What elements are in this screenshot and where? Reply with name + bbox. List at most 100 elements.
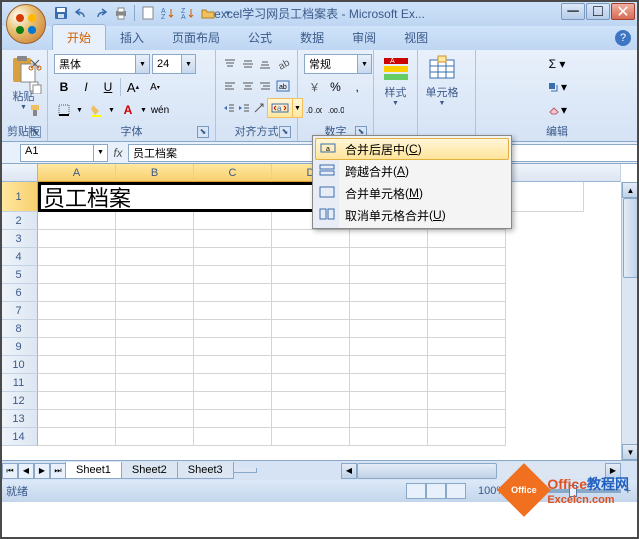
row-header-13[interactable]: 13 — [0, 410, 38, 428]
row-header-14[interactable]: 14 — [0, 428, 38, 446]
select-all-corner[interactable] — [0, 164, 38, 182]
sheet-tab-3[interactable]: Sheet3 — [177, 462, 234, 479]
tab-page-layout[interactable]: 页面布局 — [158, 25, 234, 50]
font-launcher[interactable]: ⬊ — [197, 126, 209, 138]
save-icon[interactable] — [52, 4, 70, 22]
vscroll-thumb[interactable] — [623, 198, 638, 278]
close-button[interactable]: ✕ — [611, 3, 635, 20]
col-header-b[interactable]: B — [116, 164, 194, 182]
row-header-5[interactable]: 5 — [0, 266, 38, 284]
view-normal-icon[interactable] — [406, 483, 426, 499]
row-header-9[interactable]: 9 — [0, 338, 38, 356]
vertical-scrollbar[interactable]: ▲ ▼ — [621, 182, 639, 460]
orientation2-icon[interactable] — [252, 98, 266, 118]
align-center-icon[interactable] — [240, 76, 257, 96]
tab-formulas[interactable]: 公式 — [234, 25, 286, 50]
new-icon[interactable] — [139, 4, 157, 22]
increase-indent-icon[interactable] — [237, 98, 251, 118]
align-bottom-icon[interactable] — [257, 54, 274, 74]
font-size-combo[interactable]: 24▼ — [152, 54, 196, 74]
scroll-down-icon[interactable]: ▼ — [622, 444, 639, 460]
fill-dropdown[interactable]: ▼ — [108, 107, 116, 114]
clear-button[interactable]: ▾ — [482, 100, 632, 120]
border-button[interactable] — [54, 100, 74, 120]
number-format-combo[interactable]: 常规▼ — [304, 54, 372, 74]
align-left-icon[interactable] — [222, 76, 239, 96]
sort-desc-icon[interactable]: ZA — [179, 4, 197, 22]
row-header-4[interactable]: 4 — [0, 248, 38, 266]
row-header-1[interactable]: 1 — [0, 182, 38, 212]
autosum-button[interactable]: Σ ▾ — [482, 54, 632, 74]
increase-decimal-icon[interactable]: .0.00 — [304, 100, 324, 120]
col-header-a[interactable]: A — [38, 164, 116, 182]
scroll-up-icon[interactable]: ▲ — [622, 182, 639, 198]
sheet-nav-prev[interactable]: ◀ — [18, 463, 34, 479]
styles-button[interactable]: A 样式 ▼ — [378, 52, 413, 125]
grow-font-icon[interactable]: A▴ — [123, 77, 143, 97]
sheet-tab-1[interactable]: Sheet1 — [65, 462, 122, 479]
row-header-3[interactable]: 3 — [0, 230, 38, 248]
decrease-decimal-icon[interactable]: .00.0 — [326, 100, 346, 120]
underline-button[interactable]: U — [98, 77, 118, 97]
bold-button[interactable]: B — [54, 77, 74, 97]
percent-icon[interactable]: % — [326, 77, 346, 97]
tab-review[interactable]: 审阅 — [338, 25, 390, 50]
col-header-c[interactable]: C — [194, 164, 272, 182]
sort-asc-icon[interactable]: AZ — [159, 4, 177, 22]
font-color-dropdown[interactable]: ▼ — [140, 107, 148, 114]
menu-merge-cells[interactable]: 合并单元格(M) — [315, 182, 509, 204]
row-header-10[interactable]: 10 — [0, 356, 38, 374]
sheet-nav-next[interactable]: ▶ — [34, 463, 50, 479]
tab-view[interactable]: 视图 — [390, 25, 442, 50]
comma-icon[interactable]: , — [347, 77, 367, 97]
fill-color-button[interactable] — [86, 100, 106, 120]
view-page-break-icon[interactable] — [446, 483, 466, 499]
help-icon[interactable]: ? — [615, 30, 631, 46]
sheet-nav-last[interactable]: ⏭ — [50, 463, 66, 479]
hscroll-thumb[interactable] — [357, 463, 497, 479]
row-header-2[interactable]: 2 — [0, 212, 38, 230]
office-button[interactable] — [6, 4, 46, 44]
accounting-format-icon[interactable]: ￥ — [304, 77, 324, 97]
row-header-6[interactable]: 6 — [0, 284, 38, 302]
font-name-combo[interactable]: 黑体▼ — [54, 54, 150, 74]
wrap-text-icon[interactable]: ab — [275, 76, 292, 96]
print-icon[interactable] — [112, 4, 130, 22]
format-painter-icon[interactable] — [25, 100, 45, 120]
phonetic-button[interactable]: wén — [150, 100, 170, 120]
fx-button[interactable]: fx — [108, 146, 128, 160]
align-top-icon[interactable] — [222, 54, 239, 74]
maximize-button[interactable]: □ — [586, 3, 610, 20]
minimize-button[interactable]: ─ — [561, 3, 585, 20]
redo-icon[interactable] — [92, 4, 110, 22]
row-header-11[interactable]: 11 — [0, 374, 38, 392]
decrease-indent-icon[interactable] — [222, 98, 236, 118]
menu-merge-across[interactable]: 跨越合并(A) — [315, 160, 509, 182]
tab-insert[interactable]: 插入 — [106, 25, 158, 50]
row-header-12[interactable]: 12 — [0, 392, 38, 410]
font-color-button[interactable]: A — [118, 100, 138, 120]
undo-icon[interactable] — [72, 4, 90, 22]
menu-unmerge-cells[interactable]: 取消单元格合并(U) — [315, 204, 509, 226]
italic-button[interactable]: I — [76, 77, 96, 97]
hscroll-left-icon[interactable]: ◀ — [341, 463, 357, 479]
tab-data[interactable]: 数据 — [286, 25, 338, 50]
view-page-layout-icon[interactable] — [426, 483, 446, 499]
row-header-8[interactable]: 8 — [0, 320, 38, 338]
shrink-font-icon[interactable]: A▾ — [145, 77, 165, 97]
fill-button[interactable]: ▾ — [482, 77, 632, 97]
copy-icon[interactable] — [25, 77, 45, 97]
row-header-7[interactable]: 7 — [0, 302, 38, 320]
cell-f1[interactable] — [506, 182, 584, 212]
name-box[interactable]: A1▼ — [20, 144, 108, 162]
sheet-nav-first[interactable]: ⏮ — [2, 463, 18, 479]
align-right-icon[interactable] — [257, 76, 274, 96]
alignment-launcher[interactable]: ⬊ — [279, 126, 291, 138]
cut-icon[interactable] — [25, 54, 45, 74]
merge-center-button[interactable]: a — [267, 98, 293, 118]
orientation-icon[interactable]: ab — [275, 54, 292, 74]
align-middle-icon[interactable] — [240, 54, 257, 74]
border-dropdown[interactable]: ▼ — [76, 107, 84, 114]
cells-button[interactable]: 单元格 ▼ — [422, 52, 462, 125]
new-sheet-button[interactable] — [233, 468, 257, 473]
